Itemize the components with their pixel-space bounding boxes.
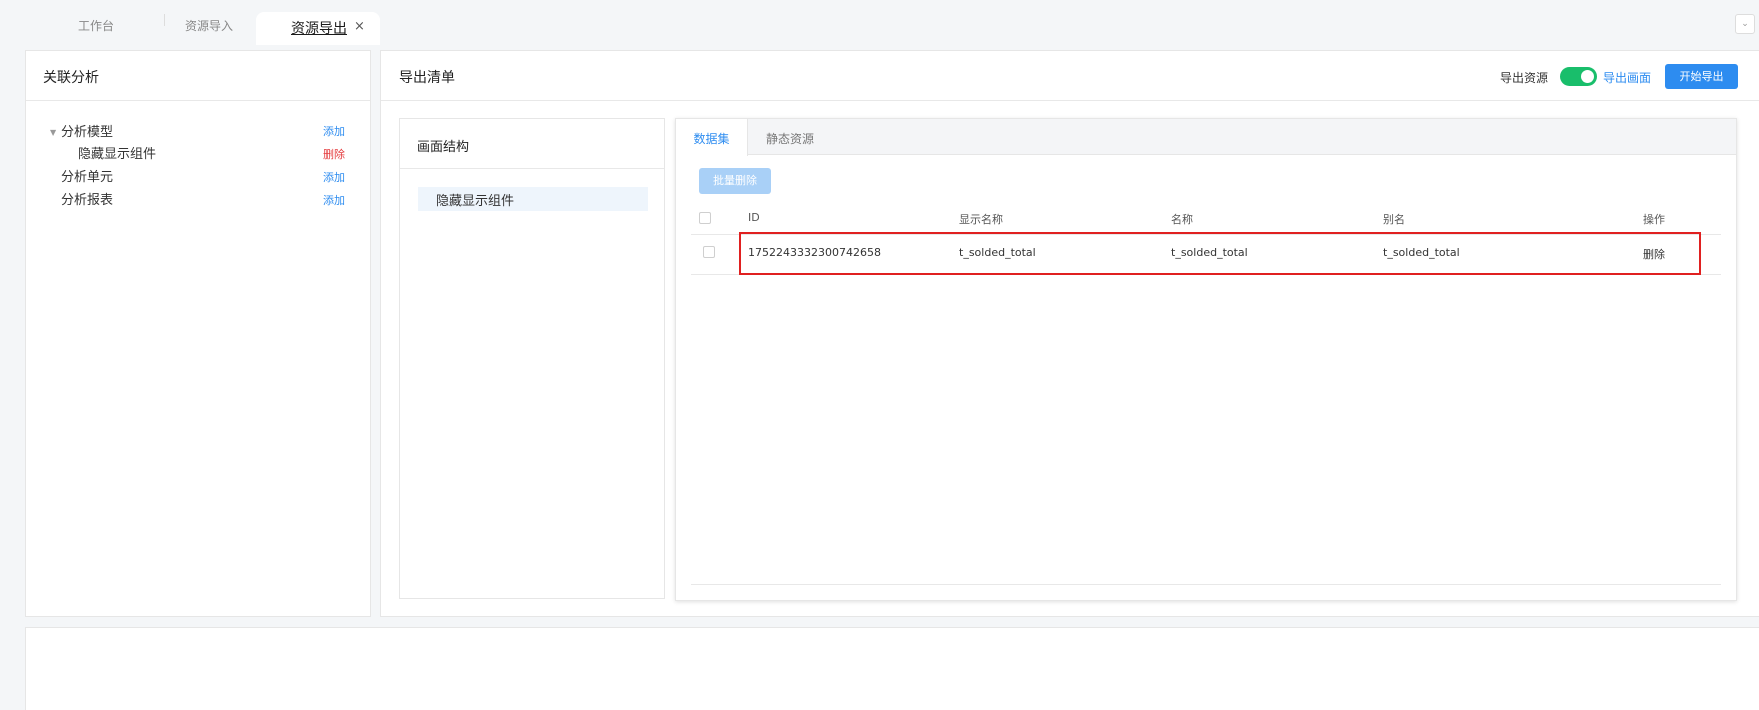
select-all-checkbox[interactable] [699, 212, 711, 224]
column-header-action: 操作 [1643, 213, 1665, 226]
dataset-tabs: 数据集 静态资源 [676, 119, 1736, 156]
export-screen-link[interactable]: 导出画面 [1603, 69, 1651, 86]
tree-item-analysis-model[interactable]: 分析模型 [61, 121, 113, 140]
toggle-knob [1581, 70, 1594, 83]
column-header-id: ID [748, 211, 760, 224]
column-header-alias: 别名 [1383, 213, 1405, 226]
column-header-name: 名称 [1171, 213, 1193, 226]
tab-static-resource[interactable]: 静态资源 [766, 119, 814, 155]
panel-title: 关联分析 [43, 70, 99, 86]
tree-item-analysis-report[interactable]: 分析报表 [61, 189, 113, 208]
tree-item-analysis-unit[interactable]: 分析单元 [61, 166, 113, 185]
tab-dataset[interactable]: 数据集 [676, 119, 748, 156]
tab-divider [164, 14, 165, 26]
tab-resource-export[interactable]: 资源导出 × [256, 12, 380, 45]
tab-bar: 工作台 资源导入 资源导出 × ⌄ [0, 0, 1759, 45]
divider [26, 100, 370, 101]
table-bottom-divider [691, 584, 1721, 585]
column-header-display-name: 显示名称 [959, 213, 1003, 226]
divider [381, 100, 1759, 101]
close-icon[interactable]: × [354, 19, 365, 34]
card-title: 画面结构 [417, 140, 470, 155]
tab-resource-export-label: 资源导出 [291, 21, 347, 37]
chevron-down-icon[interactable]: ⌄ [1735, 14, 1755, 34]
tab-workbench[interactable]: 工作台 [78, 17, 114, 34]
add-model-button[interactable]: 添加 [323, 123, 345, 139]
add-report-button[interactable]: 添加 [323, 192, 345, 208]
association-analysis-panel: 关联分析 ▼ 分析模型 添加 隐藏显示组件 删除 分析单元 添加 分析报表 添加 [25, 50, 371, 617]
panel-title: 导出清单 [399, 70, 455, 86]
caret-down-icon[interactable]: ▼ [50, 128, 56, 137]
divider [400, 168, 664, 169]
row-checkbox[interactable] [703, 246, 715, 258]
start-export-button[interactable]: 开始导出 [1665, 64, 1738, 89]
bottom-panel [25, 627, 1759, 710]
add-unit-button[interactable]: 添加 [323, 169, 345, 185]
dataset-card: 数据集 静态资源 批量删除 ID 显示名称 名称 别名 操作 175224333… [675, 118, 1737, 601]
export-resource-toggle[interactable] [1560, 67, 1597, 86]
tab-resource-import[interactable]: 资源导入 [185, 17, 233, 34]
export-resource-label: 导出资源 [1500, 71, 1549, 85]
row-highlight-box [739, 232, 1701, 275]
tree-item-hidden-component[interactable]: 隐藏显示组件 [78, 143, 156, 162]
delete-component-button[interactable]: 删除 [323, 146, 345, 162]
structure-item[interactable]: 隐藏显示组件 [418, 187, 648, 211]
screen-structure-card: 画面结构 隐藏显示组件 [399, 118, 665, 599]
batch-delete-button[interactable]: 批量删除 [699, 168, 771, 194]
